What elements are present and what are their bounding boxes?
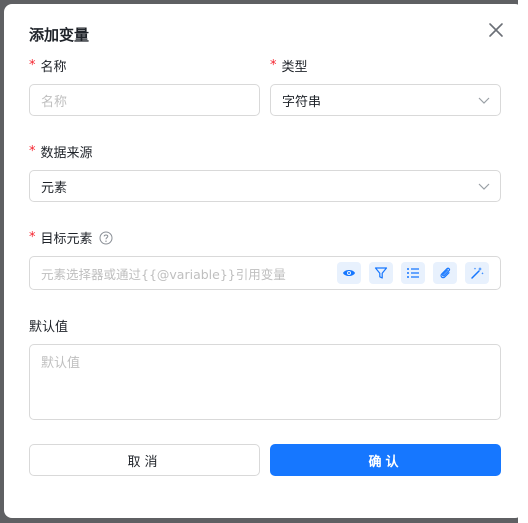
source-label-text: 数据来源 xyxy=(40,146,93,161)
required-mark: * xyxy=(29,58,36,73)
help-circle-icon[interactable] xyxy=(99,231,113,245)
magic-button[interactable] xyxy=(465,262,489,284)
cancel-button[interactable]: 取消 xyxy=(29,444,260,476)
required-mark: * xyxy=(270,58,277,73)
source-select-value: 元素 xyxy=(41,180,68,196)
close-icon xyxy=(489,23,503,37)
name-input[interactable]: 名称 xyxy=(29,84,260,116)
eye-icon xyxy=(343,270,355,276)
dialog-title: 添加变量 xyxy=(29,26,90,44)
filter-button[interactable] xyxy=(369,262,393,284)
filter-icon xyxy=(374,267,388,279)
default-textarea[interactable]: 默认值 xyxy=(29,344,501,420)
target-input-placeholder: 元素选择器或通过{{@variable}}引用变量 xyxy=(41,266,286,282)
attach-button[interactable] xyxy=(433,262,457,284)
chevron-down-icon xyxy=(478,183,490,190)
name-input-placeholder: 名称 xyxy=(41,94,68,110)
type-select-value: 字符串 xyxy=(282,94,322,110)
default-textarea-placeholder: 默认值 xyxy=(41,356,81,371)
source-label: * 数据来源 xyxy=(29,142,93,161)
target-label: * 目标元素 xyxy=(29,228,113,247)
list-button[interactable] xyxy=(401,262,425,284)
type-select[interactable]: 字符串 xyxy=(270,84,501,116)
preview-button[interactable] xyxy=(337,262,361,284)
name-label-text: 名称 xyxy=(40,60,67,75)
close-button[interactable] xyxy=(486,20,506,40)
list-icon xyxy=(407,268,419,278)
name-label: * 名称 xyxy=(29,56,67,75)
required-mark: * xyxy=(29,144,36,159)
default-label-text: 默认值 xyxy=(29,320,69,335)
paperclip-icon xyxy=(440,267,451,279)
add-variable-dialog: 添加变量 * 名称 名称 * 类型 字符串 * 数据来源 元素 * 目标元素 元… xyxy=(4,4,523,518)
required-mark: * xyxy=(29,230,36,245)
default-label: 默认值 xyxy=(29,316,68,335)
target-label-text: 目标元素 xyxy=(40,232,93,247)
source-select[interactable]: 元素 xyxy=(29,170,501,202)
target-input[interactable]: 元素选择器或通过{{@variable}}引用变量 xyxy=(29,256,501,290)
type-label-text: 类型 xyxy=(281,60,308,75)
type-label: * 类型 xyxy=(270,56,308,75)
magic-wand-icon xyxy=(471,267,484,279)
confirm-button[interactable]: 确认 xyxy=(270,444,501,476)
chevron-down-icon xyxy=(478,97,490,104)
